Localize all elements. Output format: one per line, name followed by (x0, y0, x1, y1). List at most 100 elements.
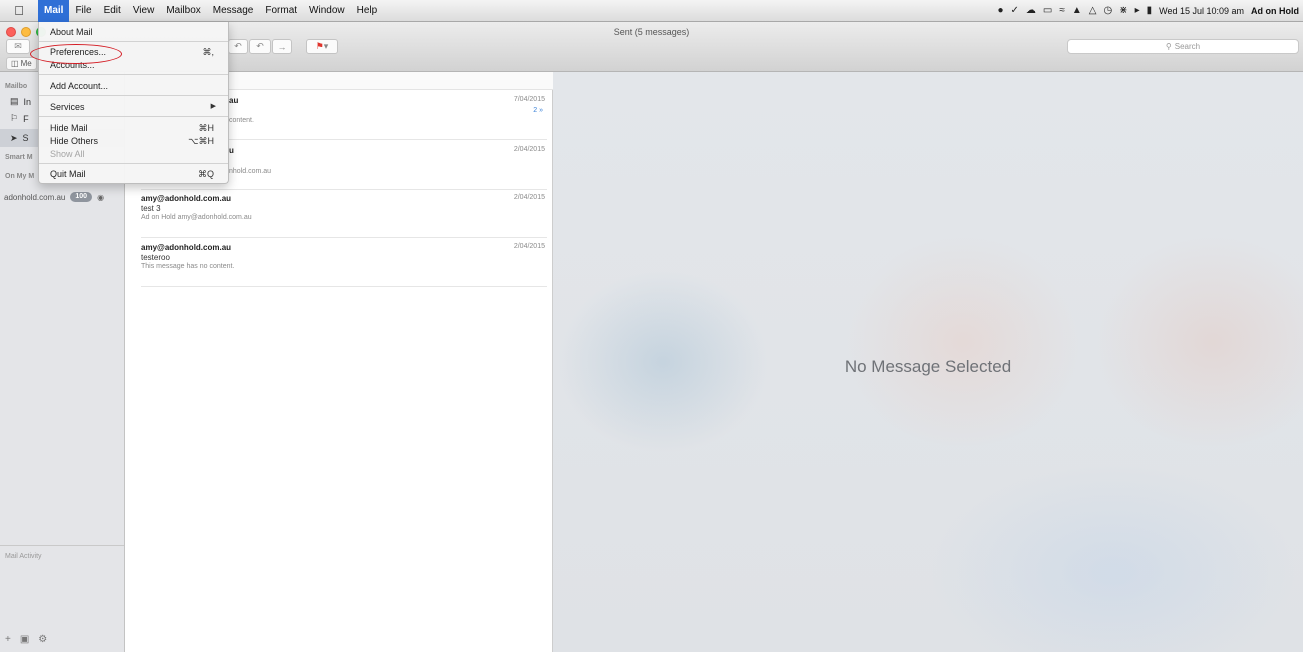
chevron-down-icon: ▾ (323, 41, 329, 51)
menu-item-hide-others[interactable]: Hide Others ⌥⌘H (39, 134, 228, 148)
no-message-selected-label: No Message Selected (844, 357, 1012, 376)
user-menu[interactable]: Ad on Hold (1251, 6, 1299, 16)
app-status-icon[interactable]: ▲ (1072, 0, 1082, 22)
menu-view[interactable]: View (127, 0, 161, 22)
gear-icon[interactable]: ⚙ (38, 634, 47, 645)
submenu-arrow-icon: ▶ (210, 103, 216, 110)
extension-icon[interactable]: ● (997, 0, 1003, 22)
bluetooth-icon[interactable]: ⋇ (1119, 0, 1127, 22)
menu-window[interactable]: Window (303, 0, 351, 22)
menu-item-label: Add Account... (50, 81, 109, 91)
message-from: u (229, 146, 234, 155)
mailboxes-button[interactable]: ◫ Me (6, 57, 37, 70)
message-preview: nhold.com.au (229, 168, 272, 175)
sidebar-toggle-icon: ◫ (11, 59, 19, 68)
menu-item-label: Show All (50, 149, 85, 159)
clock[interactable]: Wed 15 Jul 10:09 am (1159, 6, 1244, 16)
menu-item-label: Quit Mail (50, 169, 86, 179)
time-machine-icon[interactable]: ◷ (1103, 0, 1112, 22)
menu-message[interactable]: Message (207, 0, 260, 22)
menu-mailbox[interactable]: Mailbox (160, 0, 206, 22)
annotation-circle (30, 44, 122, 64)
message-preview-pane: No Message Selected (553, 72, 1303, 652)
search-icon: ⚲ (1165, 42, 1172, 51)
battery-icon[interactable]: ▮ (1147, 0, 1153, 22)
menu-item-show-all: Show All (39, 147, 228, 161)
menu-item-hide-mail[interactable]: Hide Mail ⌘H (39, 121, 228, 135)
search-placeholder: Search (1174, 42, 1201, 51)
menu-edit[interactable]: Edit (98, 0, 127, 22)
menu-item-label: Services (50, 102, 85, 112)
sidebar-item-flagged[interactable]: ⚐ F (10, 113, 29, 124)
menu-item-quit[interactable]: Quit Mail ⌘Q (39, 167, 228, 181)
menu-separator (39, 74, 228, 75)
sidebar-bottom-bar: + ▣ ⚙ (5, 634, 47, 645)
menu-shortcut: ⌘H (198, 123, 215, 133)
menu-separator (39, 163, 228, 164)
add-icon[interactable]: + (5, 634, 11, 645)
cloud-icon[interactable]: ☁ (1026, 0, 1036, 22)
apple-icon[interactable]:  (0, 3, 38, 18)
script-icon[interactable]: ✓ (1010, 0, 1018, 22)
message-subject: testeroo (141, 253, 170, 262)
menu-separator (39, 41, 228, 42)
menu-file[interactable]: File (69, 0, 97, 22)
photo-icon[interactable]: ▣ (20, 634, 29, 645)
menu-shortcut: ⌘, (202, 47, 214, 57)
menu-mail[interactable]: Mail (38, 0, 70, 22)
sidebar-account[interactable]: adonhold.com.au 100 ◉ (4, 192, 104, 202)
unread-badge: 100 (70, 192, 93, 202)
forward-icon: → (277, 41, 287, 52)
menu-separator (39, 116, 228, 117)
inbox-icon: ▤ (10, 96, 19, 106)
flag-icon: ⚐ (10, 113, 19, 123)
list-item[interactable]: amy@adonhold.com.au 2/04/2015 test 3 Ad … (141, 189, 547, 238)
message-preview: Ad on Hold amy@adonhold.com.au (141, 214, 252, 221)
menu-item-label: Hide Mail (50, 123, 88, 133)
menu-item-services[interactable]: Services ▶ (39, 100, 228, 114)
envelope-icon: ✉ (14, 41, 22, 51)
smart-mailboxes-header: Smart M (5, 154, 33, 161)
message-preview: This message has no content. (141, 263, 235, 270)
sidebar-item-inbox[interactable]: ▤ In (10, 96, 31, 107)
thread-count[interactable]: 2 » (533, 107, 543, 114)
menu-separator (39, 95, 228, 96)
message-from: au (229, 96, 239, 105)
reply-icon: ↶ (234, 41, 242, 51)
message-date: 2/04/2015 (513, 243, 545, 250)
message-date: 2/04/2015 (513, 194, 545, 201)
list-item[interactable]: amy@adonhold.com.au 2/04/2015 testeroo T… (141, 238, 547, 287)
flag-icon: ⚑ (315, 41, 324, 51)
menu-item-label: Hide Others (50, 136, 99, 146)
menu-help[interactable]: Help (351, 0, 384, 22)
mail-activity-label: Mail Activity (5, 553, 42, 560)
menu-item-add-account[interactable]: Add Account... (39, 79, 228, 93)
message-subject: test 3 (141, 204, 161, 213)
menu-item-about[interactable]: About Mail (39, 25, 228, 39)
sidebar-item-label: F (23, 113, 29, 124)
on-my-mac-header: On My M (5, 173, 35, 180)
message-from: amy@adonhold.com.au (141, 243, 232, 252)
sidebar-divider (0, 545, 124, 546)
menu-shortcut: ⌥⌘H (188, 136, 214, 146)
mailboxes-button-label: Me (20, 59, 32, 68)
search-input[interactable]: ⚲ Search (1067, 39, 1299, 54)
message-date: 7/04/2015 (513, 96, 545, 103)
drive-icon[interactable]: △ (1089, 0, 1097, 22)
volume-icon[interactable]: ▸ (1135, 0, 1140, 22)
menu-item-label: About Mail (50, 27, 93, 37)
airplay-icon[interactable]: ▭ (1043, 0, 1052, 22)
menu-shortcut: ⌘Q (197, 169, 214, 179)
get-mail-button[interactable]: ✉ (6, 39, 30, 54)
account-status-icon: ◉ (97, 192, 105, 202)
message-from: amy@adonhold.com.au (141, 194, 232, 203)
message-date: 2/04/2015 (513, 146, 545, 153)
flag-button[interactable]: ⚑ ▾ (306, 39, 338, 54)
forward-button[interactable]: → (272, 39, 292, 54)
menu-format[interactable]: Format (259, 0, 303, 22)
status-area: ● ✓ ☁ ▭ ≈ ▲ △ ◷ ⋇ ▸ ▮ Wed 15 Jul 10:09 a… (997, 0, 1299, 22)
paper-plane-icon: ➤ (10, 132, 18, 143)
reply-all-button[interactable]: ↶ (249, 39, 271, 54)
reply-button[interactable]: ↶ (228, 39, 248, 54)
wifi-icon[interactable]: ≈ (1059, 0, 1065, 22)
